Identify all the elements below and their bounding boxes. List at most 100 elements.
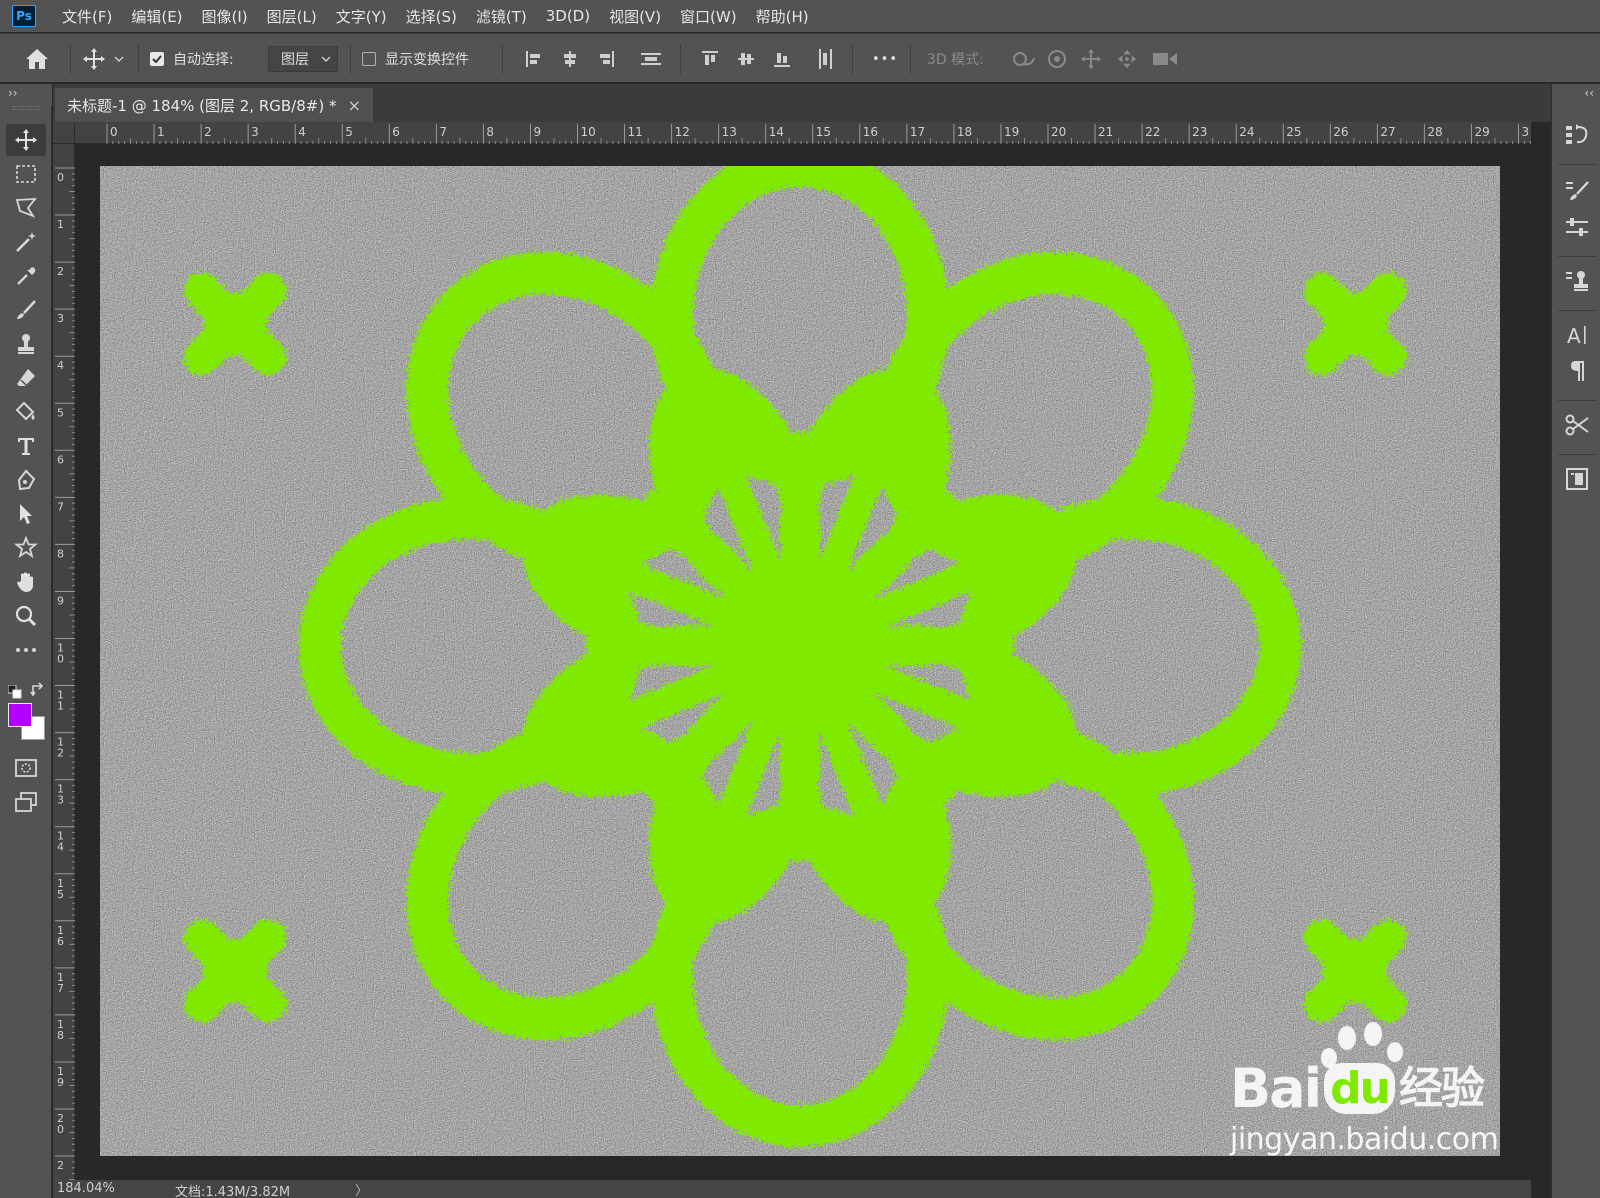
paragraph-panel-button[interactable] <box>1562 356 1592 386</box>
brush-settings-icon <box>1566 181 1589 200</box>
auto-select-target-value: 图层 <box>281 52 309 68</box>
tool-magic-wand[interactable] <box>6 226 46 258</box>
adjustments-panel-button[interactable] <box>1562 212 1592 242</box>
zoom-level-field[interactable]: 184.04% <box>57 1181 115 1196</box>
tool-paint-bucket[interactable] <box>6 396 46 428</box>
pen-icon <box>17 469 36 491</box>
scissors-icon <box>1565 414 1589 436</box>
ruler-label: 29 <box>1474 125 1489 139</box>
vertical-ruler[interactable]: 012345678910111213141516171819202 <box>53 144 75 1184</box>
ruler-label: 10 <box>581 125 596 139</box>
tool-presets-panel-button[interactable] <box>1562 410 1592 440</box>
menu-filter[interactable]: 滤镜(T) <box>476 6 527 27</box>
video-camera-icon <box>1153 53 1177 65</box>
default-colors-button[interactable] <box>7 684 22 699</box>
more-options-button[interactable]: ••• <box>872 34 898 84</box>
align-left-button[interactable] <box>524 34 544 84</box>
3d-slide-button[interactable] <box>1116 34 1138 84</box>
move-tool-preset-button[interactable] <box>82 34 124 84</box>
3d-slide-icon <box>1117 49 1137 69</box>
brush-settings-panel-button[interactable] <box>1562 176 1592 206</box>
tool-clone-stamp[interactable] <box>6 328 46 360</box>
menu-image[interactable]: 图像(I) <box>202 6 248 27</box>
tool-zoom[interactable] <box>6 600 46 632</box>
mode-3d-label: 3D 模式: <box>927 52 984 68</box>
ruler-label: 2 <box>57 747 64 760</box>
swap-colors-button[interactable] <box>30 682 46 698</box>
tool-custom-shape[interactable] <box>6 532 46 564</box>
path-select-icon <box>20 504 32 524</box>
tool-more[interactable] <box>6 634 46 666</box>
chevron-down-icon <box>321 56 331 62</box>
type-icon <box>18 438 34 455</box>
align-hcenter-button[interactable] <box>560 34 580 84</box>
menu-select[interactable]: 选择(S) <box>406 6 457 27</box>
ruler-origin[interactable] <box>53 122 75 144</box>
tool-path-select[interactable] <box>6 498 46 530</box>
menu-file[interactable]: 文件(F) <box>62 6 112 27</box>
menu-window[interactable]: 窗口(W) <box>680 6 737 27</box>
document-tab-bar: 未标题-1 @ 184% (图层 2, RGB/8#) * × <box>53 84 1551 122</box>
tool-brush[interactable] <box>6 294 46 326</box>
menu-type[interactable]: 文字(Y) <box>336 6 387 27</box>
tool-type[interactable] <box>6 430 46 462</box>
auto-select-target-dropdown[interactable]: 图层 <box>268 46 338 72</box>
clone-source-panel-button[interactable] <box>1562 266 1592 296</box>
show-transform-checkbox[interactable] <box>362 52 376 66</box>
toolbar-grip[interactable] <box>12 106 40 110</box>
show-transform-toggle[interactable]: 显示变换控件 <box>362 34 469 84</box>
quick-mask-button[interactable] <box>6 752 46 784</box>
close-tab-icon[interactable]: × <box>348 96 361 115</box>
tool-move[interactable] <box>6 124 46 156</box>
3d-orbit-button[interactable] <box>1010 34 1036 84</box>
foreground-color-swatch[interactable] <box>8 703 32 727</box>
home-button[interactable] <box>24 34 50 84</box>
align-vcenter-button[interactable] <box>736 34 756 84</box>
document-canvas[interactable] <box>100 166 1500 1156</box>
expand-panel-icon[interactable]: ›› <box>8 86 18 100</box>
ruler-label: 0 <box>57 653 64 666</box>
tool-hand[interactable] <box>6 566 46 598</box>
align-bottom-button[interactable] <box>772 34 792 84</box>
properties-panel-button[interactable] <box>1562 464 1592 494</box>
menu-layer[interactable]: 图层(L) <box>267 6 317 27</box>
tool-lasso[interactable] <box>6 192 46 224</box>
ruler-label: 27 <box>1380 125 1395 139</box>
document-tab[interactable]: 未标题-1 @ 184% (图层 2, RGB/8#) * × <box>55 88 373 122</box>
auto-select-checkbox[interactable] <box>150 52 164 66</box>
ruler-label: 8 <box>57 547 64 560</box>
distribute-vertical-button[interactable] <box>640 34 662 84</box>
screen-mode-button[interactable] <box>6 786 46 818</box>
options-separator <box>350 44 351 74</box>
options-separator <box>70 44 71 74</box>
character-panel-button[interactable]: A <box>1562 320 1592 350</box>
3d-camera-button[interactable] <box>1152 34 1178 84</box>
auto-select-toggle[interactable]: 自动选择: <box>150 34 234 84</box>
baidu-brand-du: du <box>1324 1063 1395 1114</box>
menu-help[interactable]: 帮助(H) <box>756 6 809 27</box>
clone-source-icon <box>1566 271 1588 291</box>
distribute-horizontal-button[interactable] <box>816 34 836 84</box>
3d-roll-button[interactable] <box>1046 34 1068 84</box>
menu-view[interactable]: 视图(V) <box>609 6 661 27</box>
collapse-panel-icon[interactable]: ‹‹ <box>1584 86 1594 100</box>
align-top-button[interactable] <box>700 34 720 84</box>
quick-mask-icon <box>15 759 37 777</box>
ruler-label: 9 <box>57 1076 64 1089</box>
more-tools-icon <box>16 648 36 652</box>
distribute-vertical-icon <box>641 53 661 65</box>
corner-cross-center <box>203 939 267 1003</box>
history-panel-button[interactable] <box>1562 120 1592 150</box>
ruler-label: 1 <box>157 125 165 139</box>
horizontal-ruler[interactable]: 0 1 2 3 4 5 6 7 8 9 10 11 12 13 14 15 16 17 18 19 20 21 22 23 24… <box>53 122 1531 144</box>
tool-eyedropper[interactable] <box>6 260 46 292</box>
tool-rect-marquee[interactable] <box>6 158 46 190</box>
status-menu-arrow-icon[interactable]: 〉 <box>355 1180 368 1198</box>
3d-pan-button[interactable] <box>1080 34 1102 84</box>
menu-3d[interactable]: 3D(D) <box>546 7 590 25</box>
3d-pan-icon <box>1080 48 1102 70</box>
tool-eraser[interactable] <box>6 362 46 394</box>
align-right-button[interactable] <box>596 34 616 84</box>
menu-edit[interactable]: 编辑(E) <box>131 6 182 27</box>
tool-pen[interactable] <box>6 464 46 496</box>
